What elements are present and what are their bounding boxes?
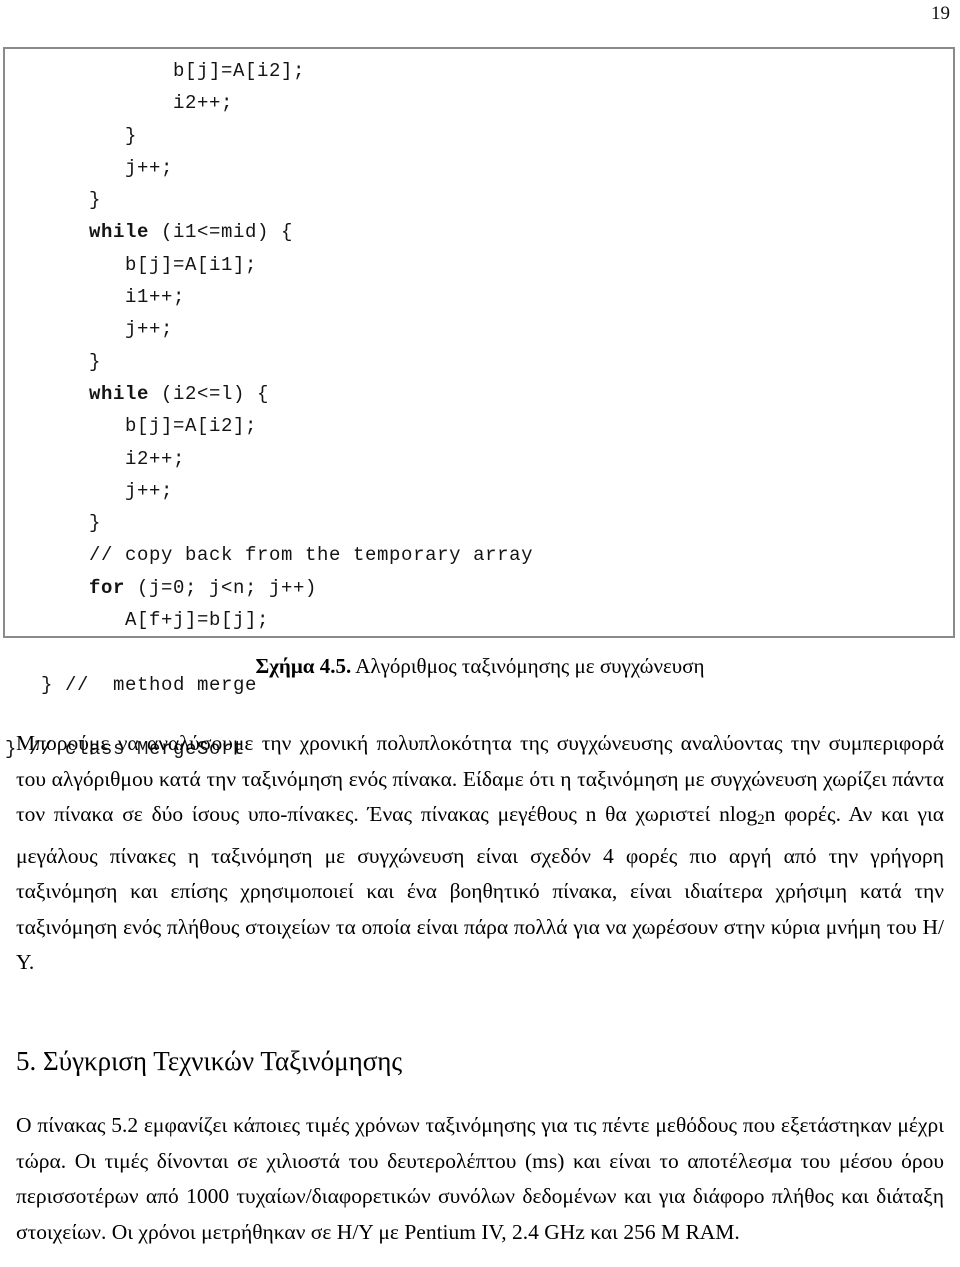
page-number: 19 [931, 3, 950, 24]
paragraph-comparison-text: Ο πίνακας 5.2 εμφανίζει κάποιες τιμές χρ… [16, 1113, 944, 1244]
code-keyword: for [89, 576, 126, 599]
code-line: } [5, 350, 102, 373]
figure-caption: Σχήμα 4.5. Αλγόριθμος ταξινόμησης με συγ… [0, 652, 960, 680]
paragraph-complexity-part-b: n φορές. Αν και για μεγάλους πίνακες η τ… [16, 802, 944, 975]
code-line: j++; [5, 479, 174, 502]
code-line: // copy back from the temporary array [5, 544, 534, 567]
section-heading-comparison: 5. Σύγκριση Τεχνικών Ταξινόμησης [16, 1046, 403, 1076]
log-base-subscript: 2 [757, 812, 765, 829]
code-line: b[j]=A[i1]; [5, 253, 258, 276]
code-line: } [5, 512, 102, 535]
figure-caption-text: Αλγόριθμος ταξινόμησης με συγχώνευση [351, 654, 705, 678]
code-block-container: b[j]=A[i2]; i2++; } j++; } while (i1<=mi… [3, 47, 955, 760]
code-line: b[j]=A[i2]; [5, 415, 258, 438]
paragraph-complexity-text: Μπορούμε να αναλύσουμε την χρονική πολυπ… [16, 726, 944, 981]
code-keyword: while [89, 221, 150, 244]
code-line: while (i2<=l) { [89, 382, 270, 405]
code-line: i2++; [5, 447, 186, 470]
code-line: j++; [5, 156, 174, 179]
code-line: } [5, 124, 138, 147]
figure-label: Σχήμα 4.5. [255, 654, 352, 678]
paragraph-comparison: Ο πίνακας 5.2 εμφανίζει κάποιες τιμές χρ… [16, 1108, 944, 1250]
code-line: b[j]=A[i2]; [5, 60, 306, 82]
code-line: j++; [5, 318, 174, 341]
code-line: A[f+j]=b[j]; [5, 609, 270, 632]
code-line: } [5, 189, 102, 212]
code-line: i2++; [5, 92, 234, 115]
code-line: for (j=0; j<n; j++) [89, 576, 318, 599]
code-keyword: while [89, 382, 150, 405]
code-line: while (i1<=mid) { [89, 221, 294, 244]
paragraph-complexity: Μπορούμε να αναλύσουμε την χρονική πολυπ… [16, 726, 944, 981]
code-line: i1++; [5, 286, 186, 309]
